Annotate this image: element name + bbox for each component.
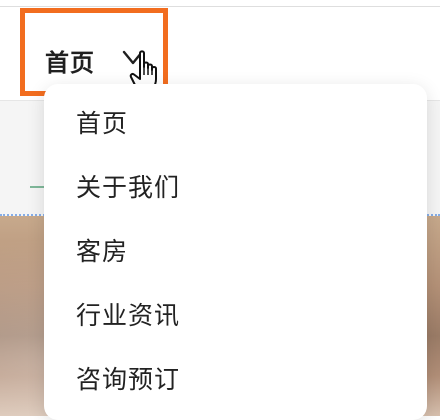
nav-dropdown-trigger[interactable]: 首页: [20, 8, 168, 96]
menu-item-about[interactable]: 关于我们: [76, 172, 180, 204]
nav-current-label: 首页: [45, 49, 95, 77]
menu-item-booking[interactable]: 咨询预订: [76, 364, 180, 396]
header-top-divider: [0, 6, 440, 7]
nav-dropdown-menu: 首页 关于我们 客房 行业资讯 咨询预订: [44, 84, 427, 420]
menu-item-home[interactable]: 首页: [76, 108, 128, 140]
menu-item-rooms[interactable]: 客房: [76, 236, 128, 268]
menu-item-news[interactable]: 行业资讯: [76, 300, 180, 332]
